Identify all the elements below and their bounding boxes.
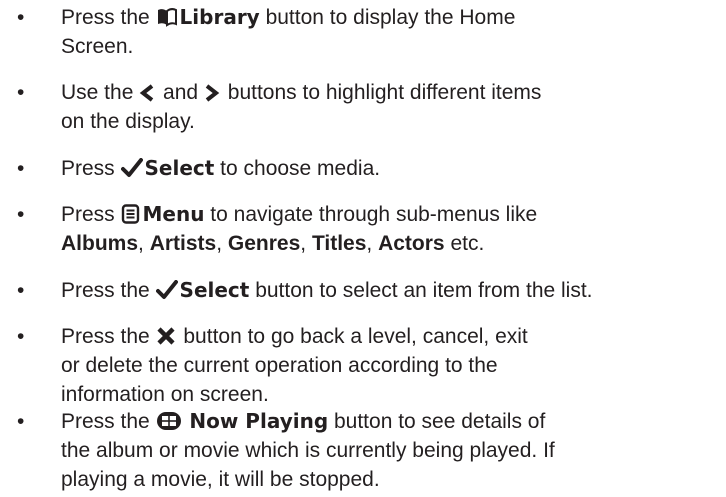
close-icon [156,326,176,346]
item-text: Press the Select button to select an ite… [61,278,593,302]
bullet: • [17,279,25,302]
book-icon [156,7,178,27]
item-text: Press the button to go back a level, can… [61,325,528,406]
chevron-right-icon [204,84,220,102]
checkmark-icon [120,158,143,178]
bullet: • [17,157,25,180]
bullet: • [17,410,25,433]
item-text: Press the Now Playing button to see deta… [61,409,555,491]
menu-icon [121,204,141,224]
item-text: Press Select to choose media. [61,156,381,180]
chevron-left-icon [139,84,155,102]
bullet: • [17,81,25,104]
item-text: Press Menu to navigate through sub-menus… [61,202,538,255]
item-text: Use the and buttons to highlight differe… [61,81,542,133]
bullet: • [17,325,25,348]
bullet: • [17,203,25,226]
now-playing-icon [156,411,182,431]
bullet: • [17,6,25,29]
checkmark-icon [155,280,178,300]
item-text: Press the Library button to display the … [61,5,516,58]
